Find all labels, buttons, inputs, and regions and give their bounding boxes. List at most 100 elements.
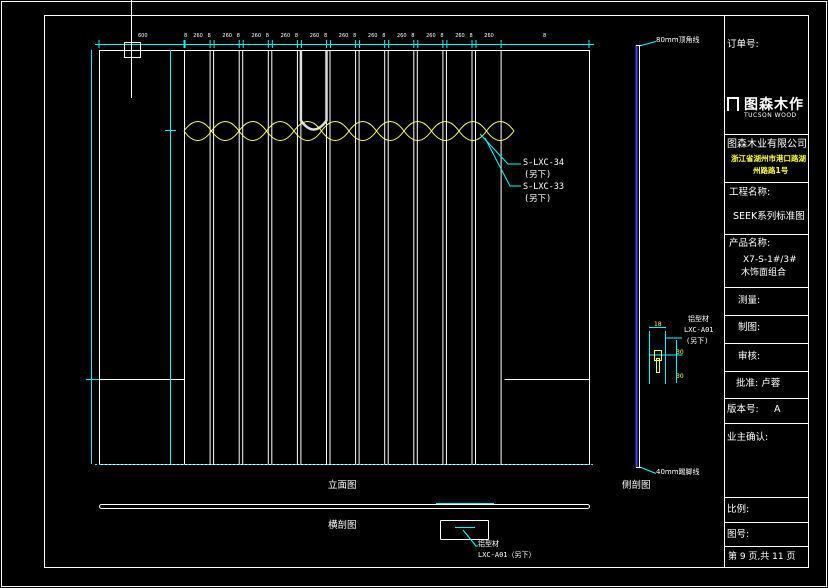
dim-label: 8 bbox=[236, 33, 240, 39]
owner-label: 业主确认: bbox=[727, 432, 769, 443]
scallop-curve bbox=[486, 130, 515, 141]
wood-strip bbox=[329, 50, 357, 465]
scale-label: 比例: bbox=[727, 504, 750, 515]
dim-label: 8 bbox=[543, 33, 547, 39]
side-section bbox=[635, 45, 641, 468]
company-name: 图森木业有限公司 bbox=[727, 139, 807, 150]
product-label: 产品名称: bbox=[729, 238, 771, 249]
elevation-strips bbox=[184, 50, 502, 465]
side-detail-profile bbox=[654, 350, 662, 373]
scallop-curve bbox=[431, 130, 460, 141]
company-address-2: 州路路1号 bbox=[753, 166, 789, 175]
callout-1-code: S-LXC-34 bbox=[523, 158, 564, 168]
cad-drawing bbox=[1, 0, 827, 587]
elevation-frame bbox=[99, 50, 590, 465]
dim-label: 260 bbox=[280, 33, 291, 39]
scallop-curve bbox=[458, 121, 487, 132]
side-detail-code: LXC-A01 bbox=[684, 326, 714, 334]
dim-label: 260 bbox=[193, 33, 203, 39]
project-value: SEEK系列标准图 bbox=[733, 211, 805, 222]
plan-detail-label: 铝型材 bbox=[478, 540, 499, 548]
company-logo: 图森木作 TUCSON WOOD bbox=[727, 94, 805, 124]
scallop-curve bbox=[266, 130, 295, 141]
dim-label: 8 bbox=[207, 33, 211, 39]
highlight-strip bbox=[299, 50, 328, 131]
dim-label: 8 bbox=[184, 33, 188, 39]
scallop-curve bbox=[293, 130, 322, 141]
logo-sub: TUCSON WOOD bbox=[744, 112, 797, 119]
scallop-curve bbox=[183, 130, 212, 141]
product-value-1: X7-S-1#/3# bbox=[743, 255, 797, 265]
dim-label: 260 bbox=[455, 33, 465, 39]
plan-caption: 横剖图 bbox=[328, 520, 357, 531]
project-label: 工程名称: bbox=[729, 187, 771, 198]
dim-label: 8 bbox=[353, 33, 357, 39]
side-detail-label: 铝型材 bbox=[688, 315, 709, 323]
wood-strip bbox=[445, 50, 473, 465]
dim-label: 260 bbox=[484, 33, 494, 39]
dim-label: 260 bbox=[309, 33, 320, 39]
review-label: 审核: bbox=[738, 351, 761, 362]
scallop-curve bbox=[376, 130, 405, 141]
dim-label: 260 bbox=[222, 33, 232, 39]
scallop-curve bbox=[376, 121, 405, 132]
side-caption: 侧剖图 bbox=[622, 480, 651, 491]
wood-strip bbox=[213, 50, 240, 465]
logo-name: 图森木作 bbox=[744, 97, 804, 113]
dim-label: 260 bbox=[426, 33, 436, 39]
scallop-curve bbox=[348, 130, 377, 141]
side-detail-note: (另下) bbox=[686, 337, 709, 345]
scallop-curve bbox=[431, 121, 460, 132]
scallop-curve bbox=[486, 121, 515, 132]
logo-icon bbox=[727, 97, 739, 111]
dim-label: 8 bbox=[294, 33, 299, 39]
wood-strip bbox=[271, 50, 298, 465]
plan-detail-code: LXC-A01（另下） bbox=[478, 551, 536, 559]
drawing-no-label: 图号: bbox=[727, 529, 750, 540]
wood-strip bbox=[416, 50, 444, 465]
order-no-label: 订单号: bbox=[727, 39, 759, 50]
side-dim-top: 18 bbox=[654, 321, 662, 328]
drawing-by-label: 制图: bbox=[738, 322, 761, 333]
callout-leaders bbox=[479, 133, 521, 187]
wood-strip bbox=[184, 50, 211, 465]
dim-label: 260 bbox=[338, 33, 349, 39]
wood-strip bbox=[475, 50, 502, 465]
product-value-2: 木饰面组合 bbox=[741, 268, 787, 278]
decor-curves bbox=[183, 121, 515, 141]
dim-label: 600 bbox=[138, 33, 148, 39]
dim-label: 8 bbox=[324, 33, 328, 39]
version-label: 版本号: bbox=[727, 404, 759, 415]
elevation-caption: 立面图 bbox=[328, 480, 357, 491]
wood-strip bbox=[300, 50, 327, 465]
measure-label: 测量: bbox=[738, 295, 761, 306]
callout-1-note: (另下) bbox=[524, 170, 552, 180]
callout-2-code: S-LXC-33 bbox=[523, 182, 564, 192]
callout-2-note: (另下) bbox=[524, 194, 552, 204]
scallop-curve bbox=[266, 121, 295, 132]
wood-strip bbox=[242, 50, 269, 465]
page-label: 第 9 页,共 11 页 bbox=[728, 552, 796, 562]
dim-label: 8 bbox=[382, 33, 386, 39]
scallop-curve bbox=[183, 121, 212, 132]
elevation-dimensions bbox=[86, 44, 594, 465]
dim-label: 8 bbox=[469, 33, 473, 39]
drawing-border bbox=[44, 15, 809, 568]
scallop-curve bbox=[458, 130, 487, 141]
wood-strip bbox=[358, 50, 386, 465]
dim-label: 8 bbox=[440, 33, 444, 39]
side-dim-a: 30 bbox=[676, 349, 684, 356]
wood-strip bbox=[387, 50, 415, 465]
side-leaders bbox=[640, 41, 683, 474]
scallop-curve bbox=[211, 121, 240, 132]
side-dim-b: 30 bbox=[676, 373, 684, 380]
dim-label: 8 bbox=[265, 33, 269, 39]
approve-label: 批准: 卢蓉 bbox=[736, 378, 781, 389]
version-value: A bbox=[774, 404, 781, 415]
company-address-1: 浙江省湖州市港口路湖 bbox=[731, 154, 806, 163]
dim-label: 260 bbox=[397, 33, 407, 39]
scallop-curve bbox=[211, 130, 240, 141]
dim-label: 260 bbox=[251, 33, 262, 39]
side-top-note: 80mm顶角线 bbox=[656, 36, 700, 44]
dim-label: 260 bbox=[367, 33, 378, 39]
